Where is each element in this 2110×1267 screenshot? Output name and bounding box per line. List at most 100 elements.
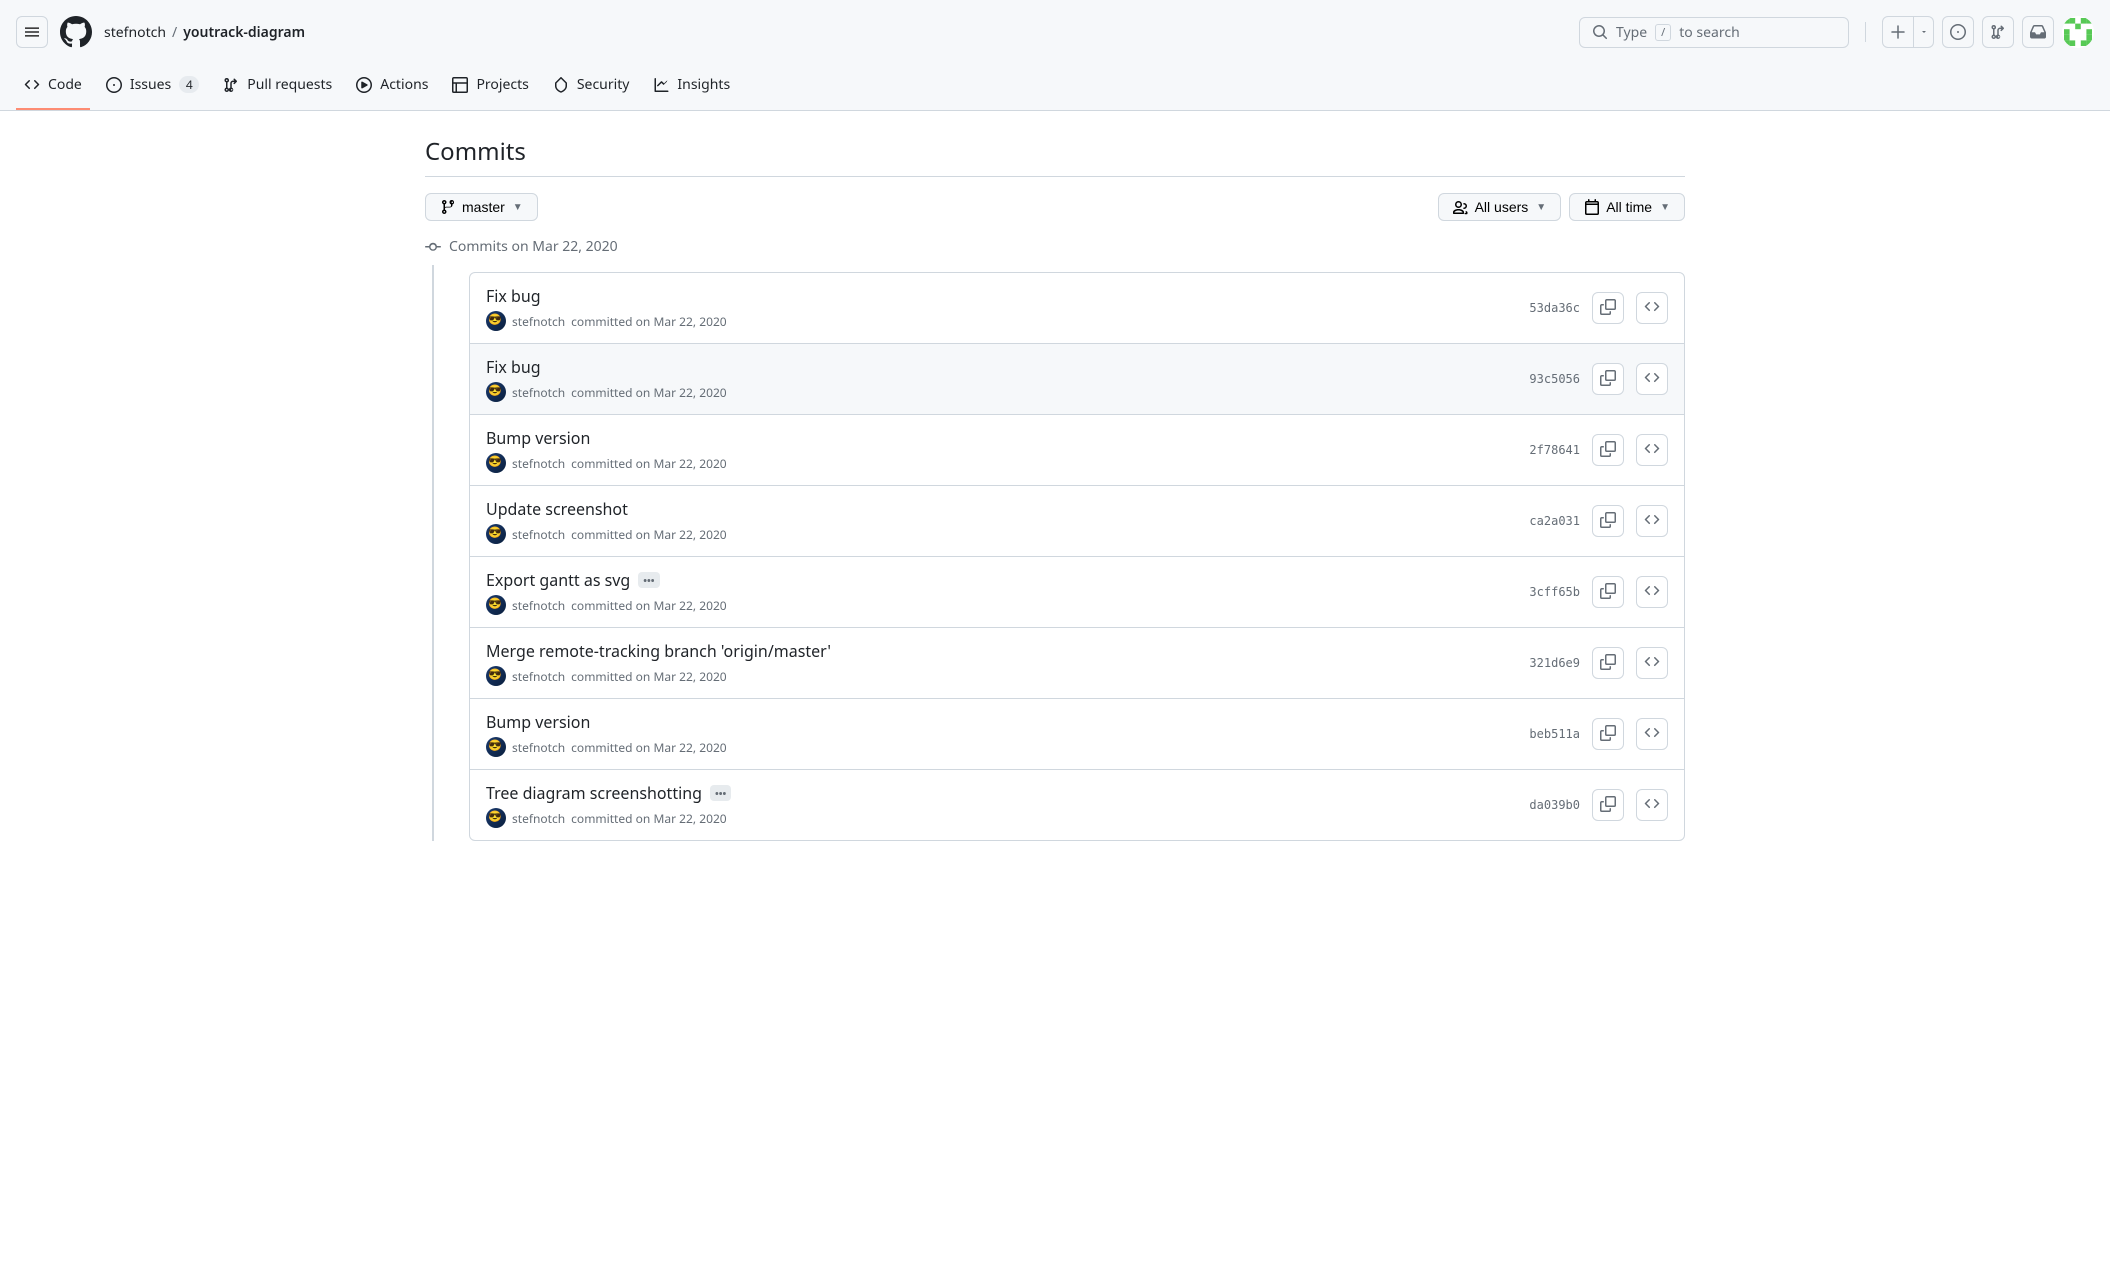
commit-ellipsis[interactable]: •••: [638, 572, 659, 588]
copy-sha-button[interactable]: [1592, 647, 1624, 679]
author-link[interactable]: stefnotch: [512, 384, 565, 401]
commit-title-link[interactable]: Fix bug: [486, 285, 541, 307]
tab-actions[interactable]: Actions: [348, 65, 436, 110]
copy-sha-button[interactable]: [1592, 363, 1624, 395]
commit-title-link[interactable]: Bump version: [486, 711, 590, 733]
author-avatar[interactable]: [486, 595, 506, 615]
owner-link[interactable]: stefnotch: [104, 23, 166, 42]
browse-code-button[interactable]: [1636, 505, 1668, 537]
browse-code-button[interactable]: [1636, 718, 1668, 750]
author-link[interactable]: stefnotch: [512, 597, 565, 614]
commit-title-link[interactable]: Fix bug: [486, 356, 541, 378]
hamburger-menu[interactable]: [16, 16, 48, 48]
tab-security[interactable]: Security: [545, 65, 638, 110]
page-title: Commits: [425, 135, 1685, 177]
commit-meta-text: committed on Mar 22, 2020: [571, 455, 727, 472]
author-link[interactable]: stefnotch: [512, 313, 565, 330]
commit-sha-link[interactable]: da039b0: [1529, 798, 1580, 812]
author-avatar[interactable]: [486, 737, 506, 757]
copy-sha-button[interactable]: [1592, 718, 1624, 750]
commit-meta: stefnotch committed on Mar 22, 2020: [486, 524, 1513, 544]
commit-meta: stefnotch committed on Mar 22, 2020: [486, 453, 1513, 473]
breadcrumb: stefnotch / youtrack-diagram: [104, 23, 305, 42]
author-avatar[interactable]: [486, 382, 506, 402]
issues-counter: 4: [179, 76, 199, 93]
author-link[interactable]: stefnotch: [512, 526, 565, 543]
commit-ellipsis[interactable]: •••: [710, 785, 731, 801]
author-avatar[interactable]: [486, 808, 506, 828]
commit-main: Tree diagram screenshotting ••• stefnotc…: [486, 782, 1513, 828]
play-icon: [356, 77, 372, 93]
commit-row: Fix bug stefnotch committed on Mar 22, 2…: [470, 344, 1684, 415]
git-pull-request-icon: [223, 77, 239, 93]
commit-sha-link[interactable]: 2f78641: [1529, 443, 1580, 457]
browse-code-button[interactable]: [1636, 434, 1668, 466]
search-key-hint: /: [1655, 24, 1671, 41]
commit-sha-link[interactable]: ca2a031: [1529, 514, 1580, 528]
table-icon: [452, 77, 468, 93]
create-new-menu: [1882, 16, 1934, 48]
notifications-button[interactable]: [2022, 16, 2054, 48]
commit-title-link[interactable]: Bump version: [486, 427, 590, 449]
time-filter[interactable]: All time ▼: [1569, 193, 1685, 221]
browse-code-button[interactable]: [1636, 789, 1668, 821]
copy-sha-button[interactable]: [1592, 789, 1624, 821]
copy-sha-button[interactable]: [1592, 292, 1624, 324]
code-icon: [1644, 512, 1660, 531]
commit-meta-text: committed on Mar 22, 2020: [571, 739, 727, 756]
tab-code[interactable]: Code: [16, 65, 90, 110]
tab-pull-requests[interactable]: Pull requests: [215, 65, 340, 110]
repo-link[interactable]: youtrack-diagram: [183, 23, 305, 42]
commit-sha-link[interactable]: 321d6e9: [1529, 656, 1580, 670]
commit-title-link[interactable]: Export gantt as svg: [486, 569, 630, 591]
commit-meta-text: committed on Mar 22, 2020: [571, 597, 727, 614]
commit-title-link[interactable]: Update screenshot: [486, 498, 628, 520]
tab-projects[interactable]: Projects: [444, 65, 536, 110]
commit-list: Fix bug stefnotch committed on Mar 22, 2…: [469, 272, 1685, 841]
create-new-caret[interactable]: [1914, 16, 1934, 48]
branch-selector[interactable]: master ▼: [425, 193, 538, 221]
copy-sha-button[interactable]: [1592, 576, 1624, 608]
pull-requests-shortcut[interactable]: [1982, 16, 2014, 48]
tab-label: Pull requests: [247, 75, 332, 94]
commit-meta: stefnotch committed on Mar 22, 2020: [486, 808, 1513, 828]
author-link[interactable]: stefnotch: [512, 455, 565, 472]
browse-code-button[interactable]: [1636, 363, 1668, 395]
code-icon: [24, 77, 40, 93]
browse-code-button[interactable]: [1636, 576, 1668, 608]
commit-main: Export gantt as svg ••• stefnotch commit…: [486, 569, 1513, 615]
tab-insights[interactable]: Insights: [645, 65, 738, 110]
commit-main: Update screenshot stefnotch committed on…: [486, 498, 1513, 544]
user-avatar[interactable]: [2062, 16, 2094, 48]
copy-sha-button[interactable]: [1592, 505, 1624, 537]
users-filter[interactable]: All users ▼: [1438, 193, 1562, 221]
commit-sha-link[interactable]: 93c5056: [1529, 372, 1580, 386]
search-input[interactable]: Type / to search: [1579, 17, 1849, 48]
commit-title-link[interactable]: Tree diagram screenshotting: [486, 782, 702, 804]
issue-opened-icon: [1950, 24, 1966, 40]
tab-issues[interactable]: Issues 4: [98, 65, 207, 110]
author-avatar[interactable]: [486, 311, 506, 331]
browse-code-button[interactable]: [1636, 292, 1668, 324]
issues-shortcut[interactable]: [1942, 16, 1974, 48]
commit-title: Fix bug: [486, 285, 1513, 307]
author-link[interactable]: stefnotch: [512, 739, 565, 756]
copy-sha-button[interactable]: [1592, 434, 1624, 466]
commit-sha-link[interactable]: 3cff65b: [1529, 585, 1580, 599]
create-new-button[interactable]: [1882, 16, 1914, 48]
commit-sha-link[interactable]: 53da36c: [1529, 301, 1580, 315]
commit-sha-link[interactable]: beb511a: [1529, 727, 1580, 741]
commit-meta: stefnotch committed on Mar 22, 2020: [486, 595, 1513, 615]
commit-actions: 53da36c: [1529, 292, 1668, 324]
menu-icon: [24, 24, 40, 40]
author-link[interactable]: stefnotch: [512, 668, 565, 685]
code-icon: [1644, 441, 1660, 460]
commit-title-link[interactable]: Merge remote-tracking branch 'origin/mas…: [486, 640, 831, 662]
browse-code-button[interactable]: [1636, 647, 1668, 679]
author-link[interactable]: stefnotch: [512, 810, 565, 827]
author-avatar[interactable]: [486, 524, 506, 544]
github-logo[interactable]: [60, 16, 92, 48]
commit-actions: 3cff65b: [1529, 576, 1668, 608]
author-avatar[interactable]: [486, 666, 506, 686]
author-avatar[interactable]: [486, 453, 506, 473]
